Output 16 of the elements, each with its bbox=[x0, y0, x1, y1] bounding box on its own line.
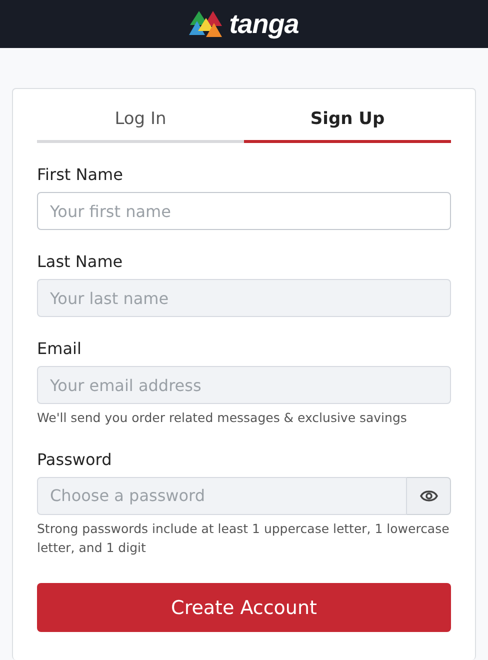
field-label: First Name bbox=[37, 165, 124, 184]
field-hint: Strong passwords include at least 1 uppercase letter, 1 lowercase letter, and 1 digit bbox=[37, 520, 450, 557]
create-account-button[interactable]: Create Account bbox=[37, 583, 451, 632]
field-label: Last Name bbox=[37, 252, 124, 271]
eye-icon bbox=[420, 488, 438, 503]
input-field[interactable]: Your last name bbox=[37, 279, 451, 317]
tab[interactable]: Sign Up bbox=[244, 97, 451, 143]
tab[interactable]: Log In bbox=[37, 97, 244, 143]
input-field[interactable]: Your email address bbox=[37, 366, 451, 404]
field-label: Email bbox=[37, 339, 82, 358]
logo-text: tanga bbox=[229, 8, 299, 40]
field-hint: We'll send you order related messages & exclusive savings bbox=[37, 409, 408, 427]
show-password-button[interactable] bbox=[407, 476, 451, 515]
input-field[interactable]: Your first name bbox=[37, 192, 451, 230]
field-label: Password bbox=[37, 450, 113, 469]
input-field[interactable]: Choose a password bbox=[37, 476, 407, 515]
